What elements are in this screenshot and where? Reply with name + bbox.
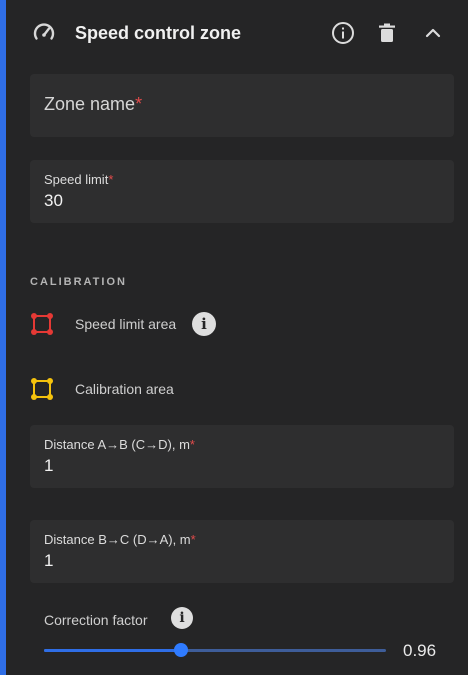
speed-control-zone-panel: Speed control zone Zone name* Speed limi… [6, 0, 468, 675]
distance-ab-value[interactable]: 1 [44, 456, 53, 476]
speed-limit-area-row[interactable]: Speed limit area i [30, 311, 330, 337]
chevron-up-icon [425, 28, 441, 38]
speed-limit-label: Speed limit* [44, 172, 114, 187]
speed-limit-area-info-icon[interactable]: i [192, 312, 216, 336]
correction-factor-value: 0.96 [403, 641, 437, 660]
required-mark: * [190, 532, 196, 547]
required-mark: * [189, 437, 195, 452]
speed-limit-value[interactable]: 30 [44, 191, 63, 211]
correction-factor-slider[interactable] [44, 643, 386, 657]
correction-factor-control: Correction factor i 0.96 [44, 606, 454, 666]
speedometer-icon [32, 21, 56, 45]
info-icon [332, 22, 354, 44]
delete-button[interactable] [374, 20, 400, 46]
calibration-area-icon [30, 377, 54, 401]
info-button[interactable] [330, 20, 356, 46]
required-mark: * [135, 94, 143, 114]
distance-bc-value[interactable]: 1 [44, 551, 53, 571]
speed-limit-field[interactable]: Speed limit* 30 [30, 160, 454, 223]
distance-ab-field[interactable]: Distance A→B (C→D), m* 1 [30, 425, 454, 488]
trash-icon [379, 23, 395, 42]
distance-bc-label: Distance B→C (D→A), m* [44, 532, 196, 547]
speed-limit-area-icon [30, 312, 54, 336]
slider-thumb[interactable] [173, 643, 188, 657]
distance-ab-label: Distance A→B (C→D), m* [44, 437, 195, 452]
correction-factor-label: Correction factor [44, 612, 148, 628]
required-mark: * [108, 172, 114, 187]
calibration-heading: CALIBRATION [30, 276, 127, 288]
panel-header: Speed control zone [6, 0, 468, 68]
calibration-area-label: Calibration area [75, 381, 174, 397]
distance-bc-field[interactable]: Distance B→C (D→A), m* 1 [30, 520, 454, 583]
correction-factor-info-icon[interactable]: i [171, 607, 193, 629]
zone-name-field[interactable]: Zone name* [30, 74, 454, 137]
speed-limit-area-label: Speed limit area [75, 316, 177, 332]
zone-name-label: Zone name* [44, 94, 143, 114]
collapse-button[interactable] [420, 20, 446, 46]
panel-title: Speed control zone [75, 23, 242, 43]
calibration-area-row[interactable]: Calibration area [30, 376, 330, 402]
slider-fill [44, 649, 181, 652]
